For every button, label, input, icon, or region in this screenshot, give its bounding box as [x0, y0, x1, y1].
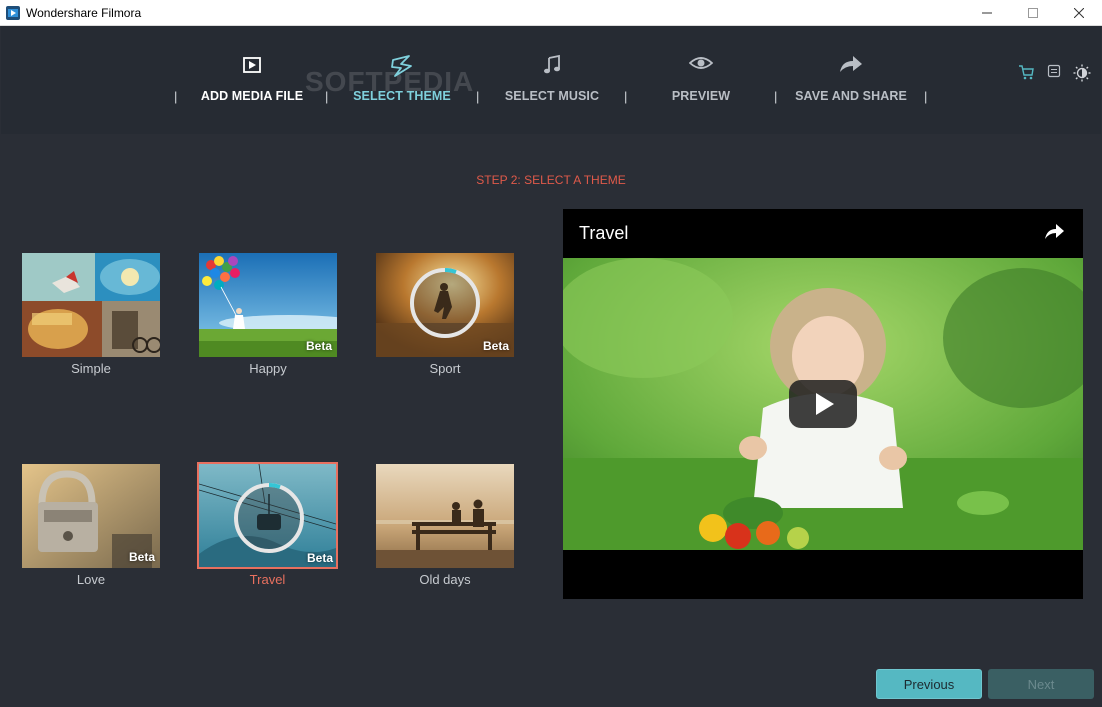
theme-name: Travel [249, 572, 286, 587]
beta-badge: Beta [305, 339, 332, 353]
previous-button[interactable]: Previous [876, 669, 982, 699]
cart-icon[interactable] [1018, 64, 1034, 80]
step-label: ADD MEDIA FILE [200, 89, 304, 103]
step-label: SAVE AND SHARE [795, 89, 907, 103]
theme-travel[interactable]: Beta [197, 462, 338, 569]
theme-thumbnail [376, 464, 514, 568]
step-separator: | [924, 89, 928, 104]
theme-ribbon-icon [327, 54, 477, 78]
step-select-theme[interactable]: SELECT THEME [327, 26, 477, 134]
menu-list-icon[interactable] [1047, 64, 1061, 80]
step-label: SELECT THEME [353, 89, 451, 103]
eye-icon [626, 54, 776, 78]
filmora-app-icon [6, 6, 20, 20]
theme-sport[interactable]: Beta [376, 253, 514, 357]
brightness-icon[interactable] [1073, 64, 1091, 82]
beta-badge: Beta [128, 550, 155, 564]
step-select-music[interactable]: SELECT MUSIC [477, 26, 627, 134]
step-label: SELECT MUSIC [504, 89, 600, 103]
beta-badge: Beta [306, 551, 333, 565]
next-button[interactable]: Next [988, 669, 1094, 699]
theme-love[interactable]: Beta [22, 464, 160, 568]
share-arrow-icon[interactable] [1043, 223, 1065, 246]
theme-name: Love [76, 572, 106, 587]
theme-name: Sport [429, 361, 461, 376]
window-title: Wondershare Filmora [26, 6, 142, 20]
step-preview[interactable]: PREVIEW [626, 26, 776, 134]
wizard-header: SOFTPEDIA | ADD MEDIA FILE | SELECT THEM… [1, 26, 1101, 134]
minimize-button[interactable] [964, 0, 1010, 26]
theme-name: Happy [249, 361, 287, 376]
theme-preview-panel: Travel [563, 209, 1083, 599]
window-titlebar: Wondershare Filmora [0, 0, 1102, 26]
step-title: STEP 2: SELECT A THEME [476, 173, 626, 187]
music-note-icon [477, 54, 627, 78]
close-button[interactable] [1056, 0, 1102, 26]
theme-name: Old days [419, 572, 471, 587]
maximize-button[interactable] [1010, 0, 1056, 26]
beta-badge: Beta [482, 339, 509, 353]
share-arrow-icon [776, 54, 926, 78]
theme-old-days[interactable] [376, 464, 514, 568]
preview-video[interactable] [563, 258, 1083, 550]
theme-simple[interactable] [22, 253, 160, 357]
theme-happy[interactable]: Beta [199, 253, 337, 357]
preview-title: Travel [579, 223, 629, 243]
step-save-and-share[interactable]: SAVE AND SHARE [776, 26, 926, 134]
film-frame-icon [177, 54, 327, 78]
step-label: PREVIEW [671, 89, 731, 103]
step-add-media-file[interactable]: ADD MEDIA FILE [177, 26, 327, 134]
theme-name: Simple [71, 361, 111, 376]
theme-thumbnail [22, 253, 160, 357]
